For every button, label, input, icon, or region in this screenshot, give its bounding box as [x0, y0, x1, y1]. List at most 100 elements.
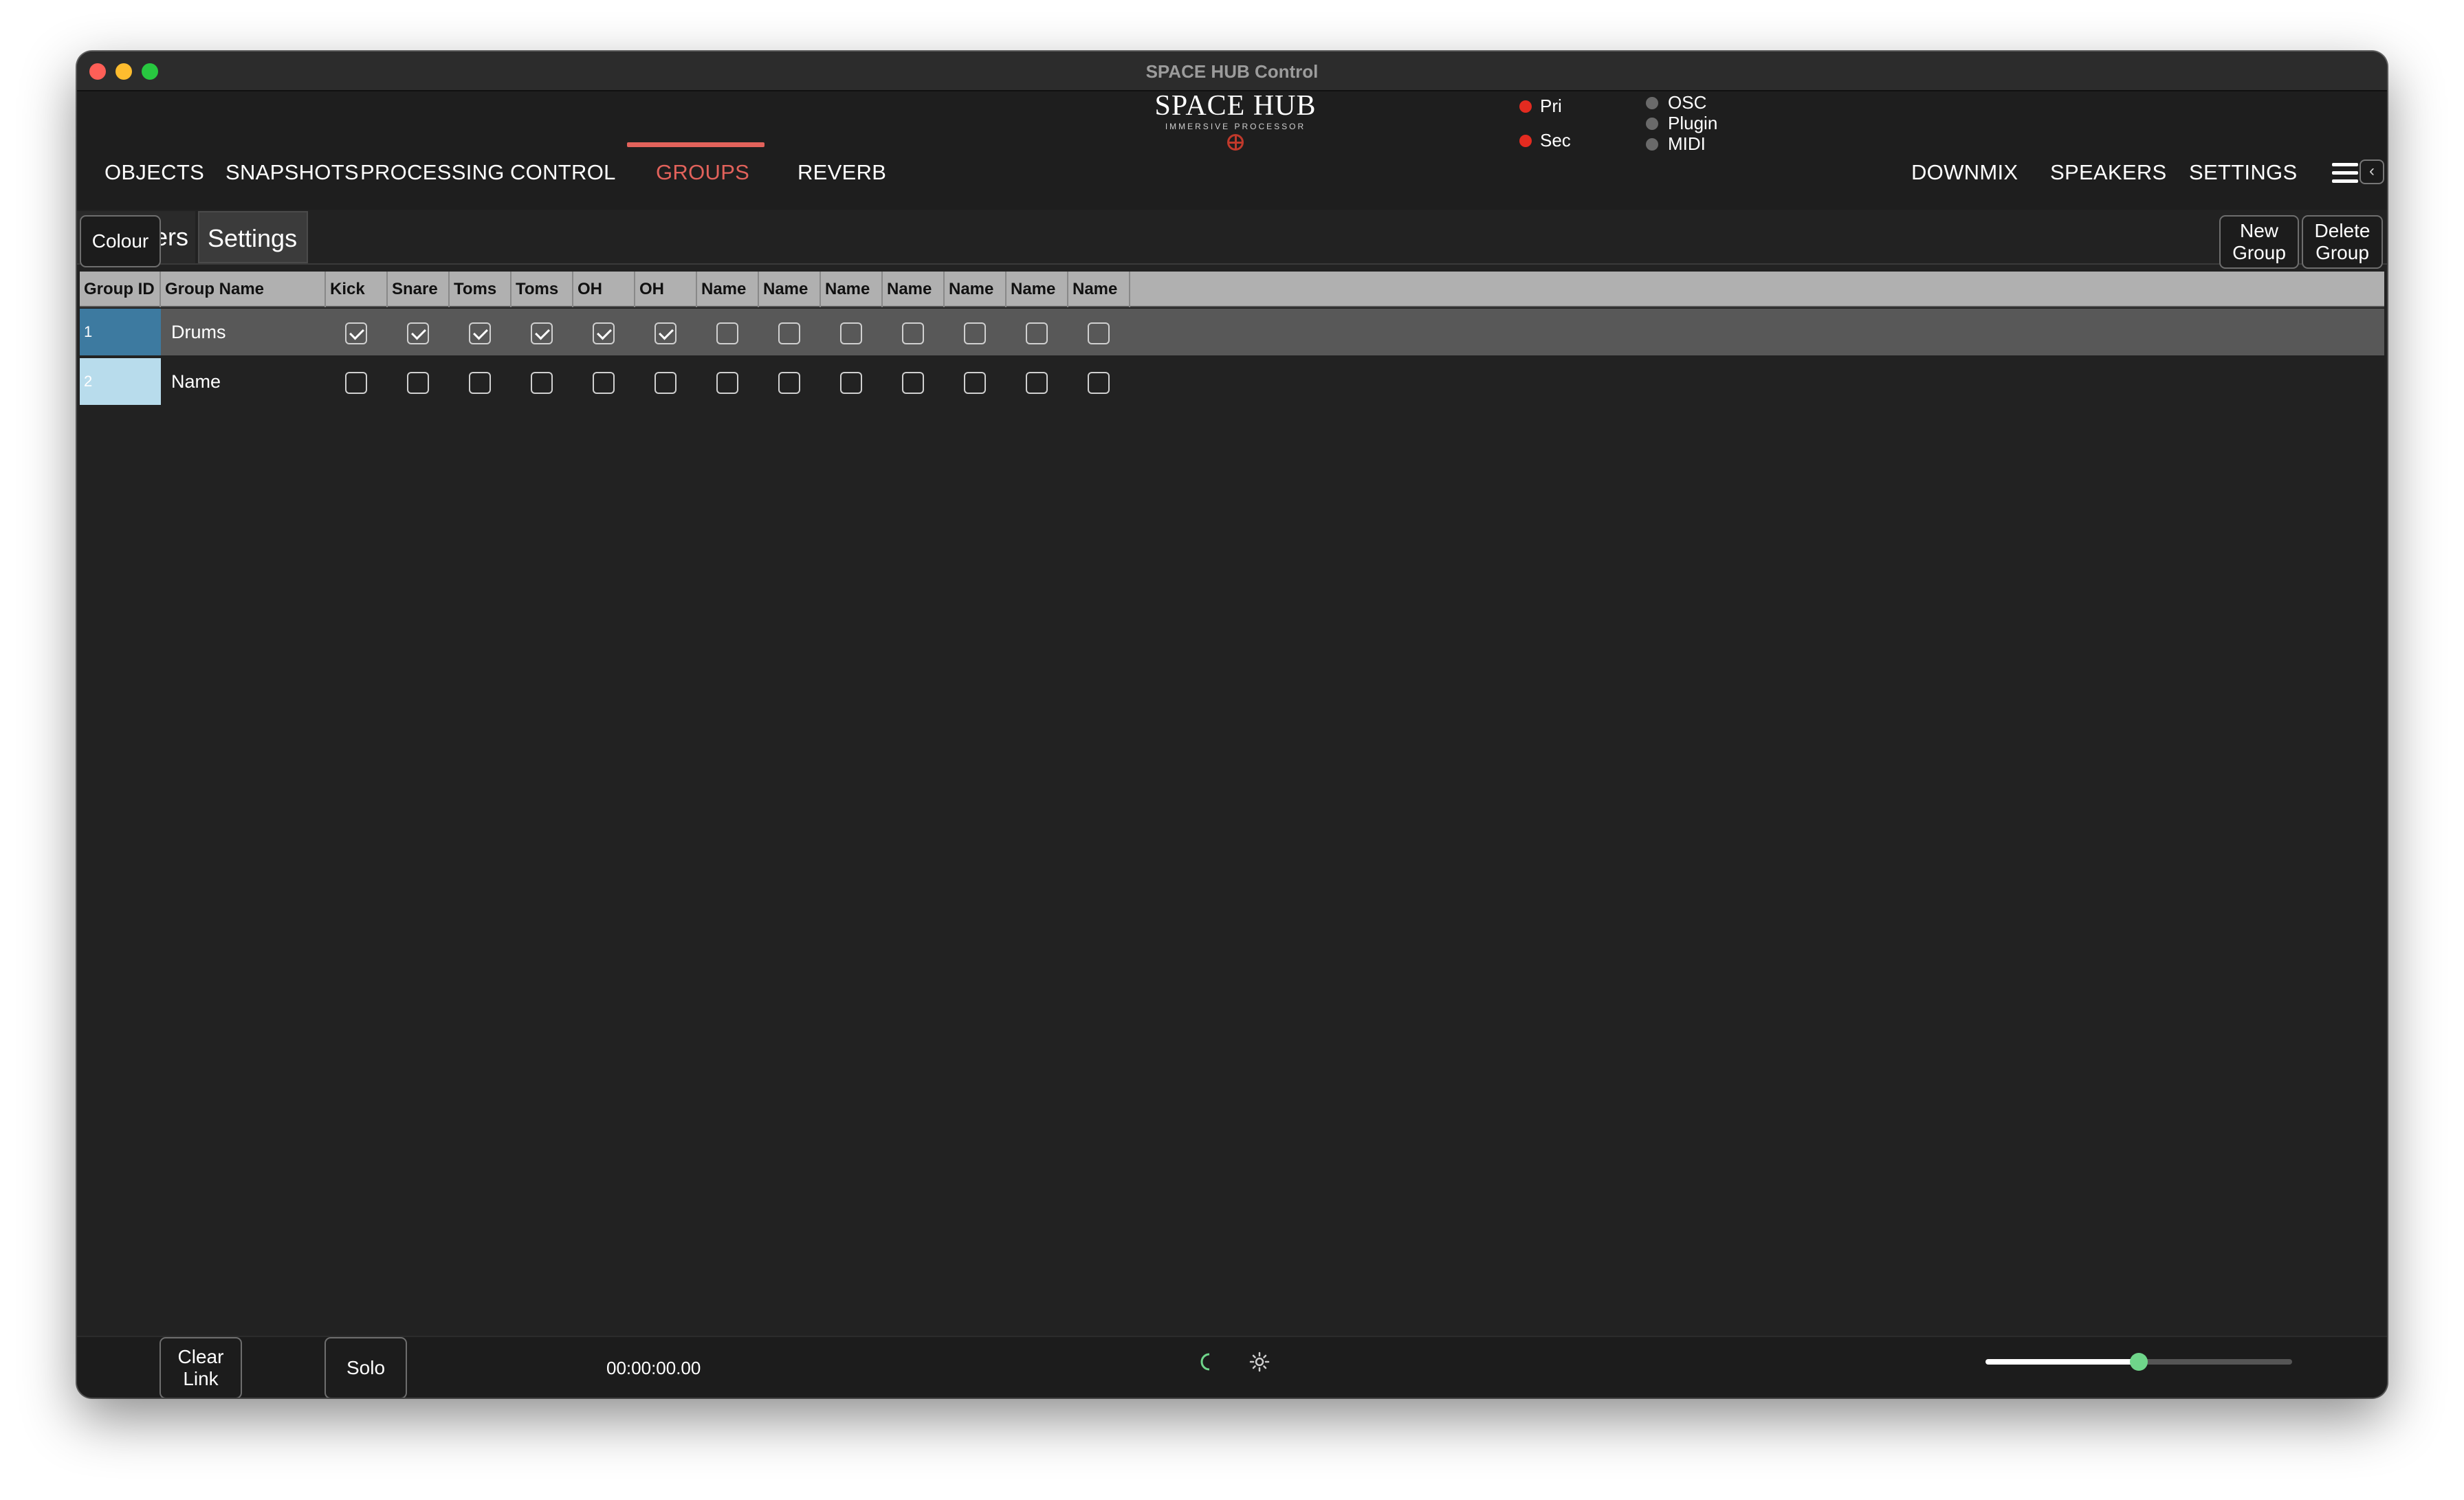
column-header: OH — [573, 272, 635, 307]
member-checkbox[interactable] — [531, 372, 553, 394]
member-checkbox[interactable] — [407, 322, 429, 344]
group-id-cell[interactable]: 2 — [80, 358, 161, 405]
column-header: Group ID — [80, 272, 161, 307]
member-checkbox[interactable] — [902, 322, 924, 344]
member-checkbox[interactable] — [964, 322, 986, 344]
member-checkbox[interactable] — [654, 372, 676, 394]
sun-icon[interactable] — [1249, 1352, 1270, 1372]
member-checkbox[interactable] — [1088, 372, 1110, 394]
new-group-button[interactable]: New Group — [2219, 215, 2299, 269]
clear-link-button[interactable]: Clear Link — [160, 1337, 242, 1398]
status-primary-label: Pri — [1540, 96, 1562, 116]
status-dot-icon — [1646, 96, 1658, 109]
member-checkbox[interactable] — [1088, 322, 1110, 344]
delete-group-label-1: Delete — [2314, 220, 2370, 241]
member-checkbox[interactable] — [345, 322, 367, 344]
nav-reverb[interactable]: REVERB — [798, 160, 886, 185]
member-checkbox[interactable] — [778, 372, 800, 394]
column-header: Toms — [450, 272, 512, 307]
status-secondary: Sec — [1519, 130, 1571, 151]
nav-groups[interactable]: GROUPS — [656, 160, 749, 185]
solo-button[interactable]: Solo — [324, 1337, 407, 1398]
member-checkbox[interactable] — [345, 372, 367, 394]
status-primary: Pri — [1519, 96, 1562, 117]
member-checkbox[interactable] — [469, 372, 491, 394]
column-header: Group Name — [161, 272, 326, 307]
tab-settings[interactable]: Settings — [198, 211, 308, 263]
status-dot-icon — [1646, 117, 1658, 130]
colour-button[interactable]: Colour — [80, 215, 161, 267]
delete-group-label-2: Group — [2316, 242, 2369, 263]
window-title: SPACE HUB Control — [1145, 61, 1319, 82]
nav-snapshots[interactable]: SNAPSHOTS — [226, 160, 359, 185]
member-checkbox[interactable] — [407, 372, 429, 394]
status-plugin: Plugin — [1646, 113, 1717, 134]
table-header: Group ID Group Name Kick Snare Toms Toms… — [80, 272, 2384, 307]
table-row[interactable]: 1 Drums — [80, 309, 2384, 355]
status-midi-label: MIDI — [1668, 133, 1706, 154]
column-header: Toms — [512, 272, 573, 307]
timecode-display: 00:00:00.00 — [606, 1358, 701, 1378]
group-id-cell[interactable]: 1 — [80, 309, 161, 355]
member-checkbox[interactable] — [469, 322, 491, 344]
nav-downmix[interactable]: DOWNMIX — [1911, 160, 2018, 185]
member-checkbox[interactable] — [593, 372, 615, 394]
app-window: SPACE HUB Control OBJECTS SNAPSHOTS PROC… — [77, 52, 2387, 1398]
moon-icon[interactable] — [1196, 1352, 1217, 1372]
member-checkbox[interactable] — [1026, 372, 1048, 394]
new-group-label-2: Group — [2232, 242, 2286, 263]
column-header: Name — [697, 272, 759, 307]
status-osc: OSC — [1646, 92, 1706, 113]
member-checkbox[interactable] — [593, 322, 615, 344]
active-tab-indicator — [627, 142, 764, 147]
member-checkbox[interactable] — [778, 322, 800, 344]
title-bar: SPACE HUB Control — [77, 52, 2387, 91]
app-logo: SPACE HUB IMMERSIVE PROCESSOR — [1150, 91, 1321, 151]
subtab-bar: Members Settings — [77, 210, 2387, 265]
nav-control[interactable]: CONTROL — [510, 160, 616, 185]
member-checkbox[interactable] — [716, 322, 738, 344]
member-checkbox[interactable] — [654, 322, 676, 344]
menu-icon[interactable] — [2332, 163, 2358, 184]
delete-group-button[interactable]: Delete Group — [2302, 215, 2383, 269]
clear-link-label-2: Link — [183, 1368, 219, 1389]
member-checkbox[interactable] — [964, 372, 986, 394]
slider-thumb[interactable] — [2130, 1353, 2148, 1371]
table-row[interactable]: 2 Name — [80, 358, 2384, 405]
member-checkbox[interactable] — [531, 322, 553, 344]
column-header: Kick — [326, 272, 388, 307]
crosshair-icon — [1227, 134, 1244, 151]
nav-settings[interactable]: SETTINGS — [2189, 160, 2297, 185]
group-name-cell[interactable]: Name — [167, 358, 332, 405]
chevron-left-icon: ‹ — [2369, 162, 2375, 180]
volume-slider[interactable] — [1986, 1352, 2292, 1371]
member-checkbox[interactable] — [902, 372, 924, 394]
status-midi: MIDI — [1646, 133, 1706, 155]
logo-subtitle: IMMERSIVE PROCESSOR — [1165, 122, 1306, 131]
column-header: OH — [635, 272, 697, 307]
column-header: Name — [1068, 272, 1130, 307]
group-name-cell[interactable]: Drums — [167, 309, 332, 355]
status-dot-icon — [1646, 137, 1658, 151]
column-header: Name — [1006, 272, 1068, 307]
column-header: Name — [883, 272, 945, 307]
member-checkbox[interactable] — [1026, 322, 1048, 344]
logo-title: SPACE HUB — [1154, 90, 1317, 122]
status-plugin-label: Plugin — [1668, 113, 1718, 133]
nav-speakers[interactable]: SPEAKERS — [2050, 160, 2167, 185]
column-header: Snare — [388, 272, 450, 307]
column-header: Name — [759, 272, 821, 307]
column-header: Name — [945, 272, 1006, 307]
new-group-label-1: New — [2239, 220, 2278, 241]
status-dot-icon — [1519, 134, 1532, 147]
collapse-panel-button[interactable]: ‹ — [2360, 159, 2384, 184]
slider-fill — [1986, 1359, 2139, 1365]
member-checkbox[interactable] — [716, 372, 738, 394]
member-checkbox[interactable] — [840, 322, 862, 344]
column-header: Name — [821, 272, 883, 307]
member-checkbox[interactable] — [840, 372, 862, 394]
nav-objects[interactable]: OBJECTS — [104, 160, 204, 185]
status-secondary-label: Sec — [1540, 130, 1571, 151]
status-osc-label: OSC — [1668, 92, 1707, 113]
nav-processing[interactable]: PROCESSING — [360, 160, 505, 185]
